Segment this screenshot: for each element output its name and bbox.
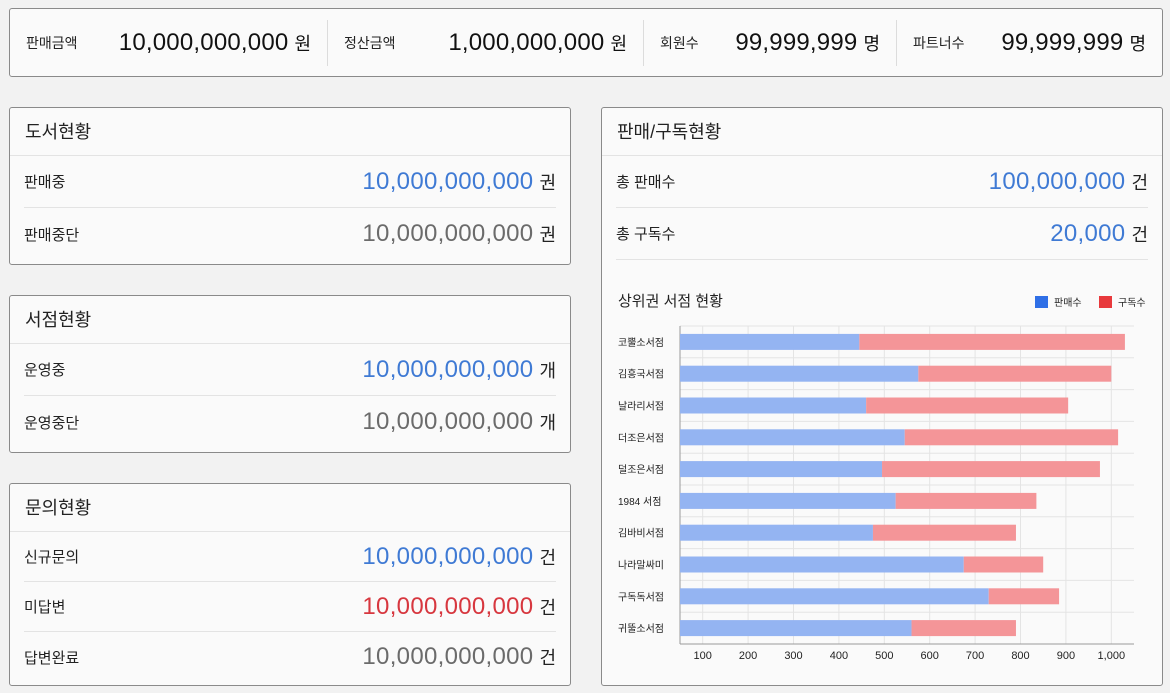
- card-title: 도서현황: [10, 108, 570, 156]
- inquiry-answered-row: 답변완료 10,000,000,000 건: [24, 632, 556, 682]
- row-label: 판매중: [24, 174, 66, 191]
- row-unit: 건: [539, 547, 556, 568]
- card-title: 문의현황: [10, 484, 570, 532]
- row-label: 운영중단: [24, 414, 80, 432]
- book-status-card: 도서현황 판매중 10,000,000,000 권 판매중단 10,000,000…: [9, 107, 571, 265]
- bar-subscription: [988, 588, 1060, 605]
- inquiry-answered-count: 10,000,000,000: [362, 643, 534, 670]
- bar-sales: [680, 365, 919, 382]
- store-operating-count[interactable]: 10,000,000,000: [362, 356, 533, 384]
- inquiry-unanswered-row: 미답변 10,000,000,000 건: [24, 582, 556, 632]
- x-tick-label: 600: [921, 650, 939, 662]
- bar-sales: [680, 620, 912, 637]
- row-unit: 권: [539, 172, 556, 193]
- row-unit: 개: [539, 413, 556, 433]
- summary-value: 1,000,000,000: [448, 28, 605, 56]
- inquiry-new-row: 신규문의 10,000,000,000 건: [24, 532, 556, 582]
- x-tick-label: 500: [875, 650, 893, 662]
- summary-settlement-amount: 정산금액 1,000,000,000 원: [327, 19, 643, 66]
- bar-subscription: [918, 365, 1112, 382]
- bar-subscription: [882, 461, 1100, 478]
- row-label: 판매중단: [24, 226, 80, 244]
- store-operating-row: 운영중 10,000,000,000 개: [24, 344, 556, 396]
- row-label: 운영중: [24, 362, 66, 379]
- bar-subscription: [895, 492, 1037, 509]
- book-suspended-count: 10,000,000,000: [362, 220, 534, 247]
- bar-sales: [680, 556, 964, 573]
- x-tick-label: 800: [1011, 650, 1029, 662]
- summary-value: 99,999,999: [1001, 28, 1124, 56]
- inquiry-new-count[interactable]: 10,000,000,000: [362, 543, 533, 571]
- row-unit: 건: [539, 597, 556, 618]
- y-tick-label: 구독독서점: [618, 591, 664, 603]
- summary-member-count: 회원수 99,999,999 명: [643, 19, 896, 66]
- summary-bar: 판매금액 10,000,000,000 원 정산금액 1,000,000,000…: [9, 8, 1163, 77]
- x-tick-label: 200: [739, 650, 757, 662]
- x-tick-label: 300: [784, 650, 802, 662]
- bar-sales: [680, 397, 867, 414]
- y-tick-label: 코뿔소서점: [618, 337, 664, 349]
- bar-subscription: [859, 333, 1125, 350]
- bar-subscription: [904, 429, 1119, 446]
- book-suspended-row: 판매중단 10,000,000,000 권: [24, 208, 556, 260]
- store-suspended-row: 운영중단 10,000,000,000 개: [24, 396, 556, 448]
- x-tick-label: 700: [966, 650, 984, 662]
- summary-sales-amount: 판매금액 10,000,000,000 원: [10, 20, 327, 66]
- y-tick-label: 날라리서점: [618, 401, 664, 413]
- row-unit: 개: [539, 360, 556, 381]
- sales-subscription-card: 판매/구독현황 총 판매수 100,000,000 건 총 구독수 20,000 건…: [601, 107, 1163, 686]
- y-tick-label: 나라말싸미: [618, 560, 664, 572]
- summary-label: 회원수: [660, 34, 699, 51]
- store-status-card: 서점현황 운영중 10,000,000,000 개 운영중단 10,000,000…: [9, 295, 571, 453]
- summary-label: 파트너수: [913, 34, 965, 51]
- row-label: 신규문의: [24, 549, 80, 566]
- inquiry-status-card: 문의현황 신규문의 10,000,000,000 건 미답변 10,000,000…: [9, 483, 571, 686]
- summary-label: 정산금액: [344, 34, 396, 51]
- summary-unit: 명: [863, 33, 880, 54]
- bar-subscription: [866, 397, 1069, 414]
- summary-value: 10,000,000,000: [118, 28, 289, 56]
- summary-unit: 원: [610, 33, 627, 54]
- bar-subscription: [963, 556, 1044, 573]
- bar-sales: [680, 429, 905, 446]
- summary-partner-count: 파트너수 99,999,999 명: [896, 19, 1162, 66]
- store-suspended-count: 10,000,000,000: [362, 408, 534, 435]
- summary-value: 99,999,999: [735, 28, 858, 56]
- summary-unit: 명: [1129, 33, 1146, 54]
- row-unit: 건: [539, 648, 556, 668]
- card-title: 서점현황: [10, 296, 570, 344]
- y-tick-label: 더조은서점: [618, 432, 664, 444]
- bar-sales: [680, 588, 989, 605]
- inquiry-unanswered-count[interactable]: 10,000,000,000: [362, 593, 533, 621]
- x-tick-label: 900: [1057, 650, 1075, 662]
- y-tick-label: 덜조은서점: [618, 464, 664, 476]
- book-on-sale-count[interactable]: 10,000,000,000: [362, 168, 533, 196]
- summary-label: 판매금액: [26, 34, 78, 51]
- top-stores-bar-chart: 100 200 300 400 500 600 700 800 900 1,000 코뿔소서점김흥국…: [618, 325, 1134, 662]
- row-label: 미답변: [24, 599, 66, 616]
- x-tick-label: 1,000: [1098, 650, 1126, 662]
- book-on-sale-row: 판매중 10,000,000,000 권: [24, 156, 556, 208]
- summary-unit: 원: [294, 33, 311, 54]
- bar-sales: [680, 492, 896, 509]
- y-tick-label: 1984 서점: [618, 496, 661, 508]
- bar-sales: [680, 461, 883, 478]
- row-label: 답변완료: [24, 649, 80, 667]
- bar-sales: [680, 524, 873, 541]
- x-tick-label: 400: [830, 650, 848, 662]
- y-tick-label: 김바비서점: [618, 528, 664, 540]
- bar-sales: [680, 333, 860, 350]
- bar-subscription: [911, 620, 1016, 637]
- bar-subscription: [872, 524, 1016, 541]
- y-tick-label: 귀뚤소서점: [618, 623, 664, 635]
- row-unit: 권: [539, 225, 556, 245]
- y-tick-label: 김흥국서점: [618, 368, 664, 381]
- x-tick-label: 100: [694, 650, 712, 662]
